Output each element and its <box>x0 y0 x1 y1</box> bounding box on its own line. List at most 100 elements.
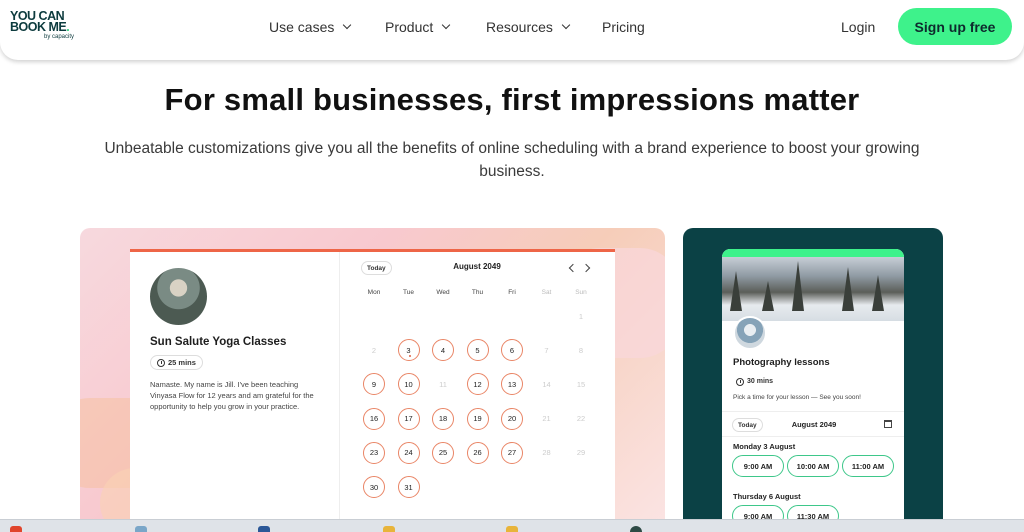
calendar-day-number: 26 <box>473 448 482 458</box>
time-slot-button[interactable]: 10:00 AM <box>787 455 839 477</box>
accent-bar <box>722 249 904 257</box>
photo-today-button[interactable]: Today <box>732 418 763 432</box>
weekday-label: Fri <box>508 289 516 296</box>
calendar-day-unavailable: 28 <box>536 442 558 464</box>
calendar-day-number: 22 <box>576 414 586 424</box>
calendar-day-unavailable: 21 <box>536 408 558 430</box>
calendar-day-available[interactable]: 18 <box>432 407 454 430</box>
taskbar-app[interactable] <box>10 526 22 532</box>
app-icon <box>135 526 147 532</box>
calendar-icon[interactable] <box>884 420 892 428</box>
calendar-day-number: 6 <box>509 345 515 355</box>
nav-resources[interactable]: Resources <box>486 19 571 35</box>
calendar-day-number: 5 <box>475 345 480 355</box>
header-photo <box>722 257 904 321</box>
chevron-down-icon <box>442 20 451 30</box>
calendar-day-available[interactable]: 16 <box>363 407 385 430</box>
calendar-day-number: 31 <box>404 482 413 492</box>
calendar-day-available[interactable]: 24 <box>397 441 420 464</box>
photo-card-description: Pick a time for your lesson — See you so… <box>733 394 861 401</box>
calendar-day-number: 20 <box>507 414 517 424</box>
calendar-day-available[interactable]: 20 <box>501 407 523 430</box>
calendar-day-number: 2 <box>371 345 377 355</box>
tree-shape <box>762 281 774 311</box>
calendar-day-number: 25 <box>438 448 448 458</box>
photo-booking-card <box>722 249 904 532</box>
calendar-day-number: 14 <box>542 379 551 389</box>
hero-title: For small businesses, first impressions … <box>164 82 860 117</box>
weekday-label: Sun <box>575 289 587 296</box>
taskbar-app[interactable] <box>630 526 642 532</box>
calendar-day-number: 29 <box>576 448 586 458</box>
calendar-day-unavailable: 7 <box>536 339 558 361</box>
app-icon <box>630 526 642 532</box>
logo-tagline: by capacity <box>44 34 75 40</box>
hero-subtitle: Unbeatable customizations give you all t… <box>104 140 920 180</box>
nav-product-label: Product <box>385 19 434 35</box>
time-slot-button[interactable]: 11:00 AM <box>842 455 894 477</box>
calendar-day-available[interactable]: 19 <box>466 407 489 430</box>
day-group-label: Monday 3 August <box>733 442 796 451</box>
calendar-day-number: 30 <box>369 482 379 492</box>
signup-button[interactable]: Sign up free <box>898 8 1012 45</box>
clock-icon <box>157 358 165 367</box>
instructor-avatar <box>150 268 207 325</box>
calendar-day-number: 18 <box>438 414 448 424</box>
taskbar-app[interactable] <box>258 526 270 532</box>
today-marker-dot <box>408 355 411 358</box>
calendar-day-number: 7 <box>544 345 549 355</box>
calendar-day-number: 11 <box>439 379 447 389</box>
nav-pricing-label: Pricing <box>602 19 645 35</box>
calendar-month-label: August 2049 <box>453 262 501 271</box>
tree-shape <box>872 275 884 311</box>
tree-shape <box>842 267 854 311</box>
logo-line-2: BOOK ME <box>10 20 67 34</box>
logo[interactable]: YOU CAN BOOK ME. by capacity <box>10 10 90 41</box>
calendar-day-available[interactable]: 25 <box>432 441 454 464</box>
calendar-day-number: 9 <box>371 379 377 389</box>
calendar-day-available[interactable]: 5 <box>466 339 489 362</box>
yoga-duration-badge: 25 mins <box>150 355 203 370</box>
calendar-day-available[interactable]: 17 <box>397 407 420 430</box>
yoga-card-title: Sun Salute Yoga Classes <box>150 336 287 348</box>
calendar-today-button[interactable]: Today <box>361 261 392 275</box>
site-header: YOU CAN BOOK ME. by capacity Use cases P… <box>0 0 1024 60</box>
calendar-day-unavailable: 22 <box>570 408 592 430</box>
taskbar-app[interactable] <box>506 526 518 532</box>
calendar-day-number: 8 <box>578 345 584 355</box>
calendar-day-available[interactable]: 26 <box>466 441 489 464</box>
taskbar-app[interactable] <box>383 526 395 532</box>
nav-use-cases[interactable]: Use cases <box>269 19 352 35</box>
weekday-label: Thu <box>471 289 484 296</box>
calendar-day-available[interactable]: 3 <box>397 339 420 362</box>
taskbar-app[interactable] <box>135 526 147 532</box>
calendar-day-available[interactable]: 10 <box>397 373 420 396</box>
calendar-day-available[interactable]: 30 <box>363 476 385 498</box>
calendar-day-number: 28 <box>542 448 551 458</box>
calendar-day-available[interactable]: 23 <box>363 441 385 464</box>
calendar-day-available[interactable]: 31 <box>397 476 420 498</box>
login-link[interactable]: Login <box>841 19 875 35</box>
calendar-day-number: 23 <box>369 448 379 458</box>
weekday-label: Wed <box>436 289 450 296</box>
tree-shape <box>792 261 804 311</box>
weekday-label: Mon <box>367 289 381 296</box>
calendar-day-unavailable: 29 <box>570 442 592 464</box>
nav-use-cases-label: Use cases <box>269 19 335 35</box>
browser-icon <box>10 526 22 532</box>
nav-product[interactable]: Product <box>385 19 451 35</box>
time-slot-button[interactable]: 9:00 AM <box>732 455 784 477</box>
nav-pricing[interactable]: Pricing <box>602 19 645 35</box>
calendar-day-available[interactable]: 12 <box>466 373 489 396</box>
calendar-day-number: 13 <box>507 379 517 389</box>
chevron-down-icon <box>343 20 352 30</box>
calendar-day-available[interactable]: 27 <box>501 441 523 464</box>
yoga-card-description: Namaste. My name is Jill. I've been teac… <box>150 380 314 411</box>
calendar-day-number: 3 <box>406 345 411 355</box>
calendar-day-number: 24 <box>404 448 413 458</box>
calendar-day-number: 15 <box>576 379 586 389</box>
folder-icon <box>383 526 395 532</box>
photo-duration-text: 30 mins <box>747 378 774 385</box>
calendar-day-unavailable: 14 <box>536 373 558 395</box>
day-group-label: Thursday 6 August <box>733 492 801 501</box>
